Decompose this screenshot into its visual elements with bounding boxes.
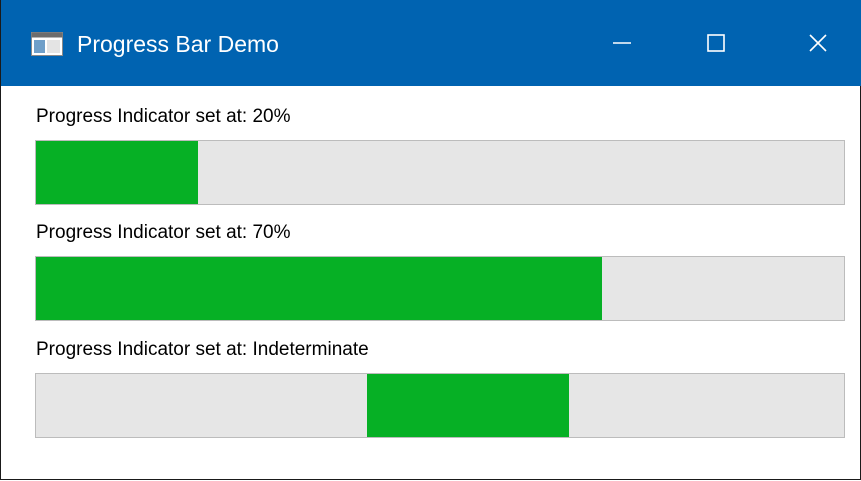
minimize-icon	[613, 42, 631, 44]
progress-label-indeterminate: Progress Indicator set at: Indeterminate	[36, 339, 369, 360]
maximize-button[interactable]	[691, 20, 741, 66]
window-content: Progress Indicator set at: 20% Progress …	[1, 86, 861, 481]
progress-bar-20	[35, 140, 845, 205]
maximize-icon	[707, 34, 725, 52]
progress-fill-20	[36, 141, 198, 204]
progress-bar-70	[35, 256, 845, 321]
app-window-icon	[31, 32, 63, 56]
progress-bar-indeterminate	[35, 373, 845, 438]
progress-fill-70	[36, 257, 602, 320]
title-bar[interactable]: Progress Bar Demo	[1, 0, 861, 86]
app-window: Progress Bar Demo Progress Indicator set…	[0, 0, 861, 480]
close-button[interactable]	[793, 20, 843, 66]
progress-fill-indeterminate	[367, 374, 570, 437]
progress-label-70: Progress Indicator set at: 70%	[36, 222, 291, 243]
window-title: Progress Bar Demo	[77, 31, 279, 57]
minimize-button[interactable]	[597, 20, 647, 66]
progress-label-20: Progress Indicator set at: 20%	[36, 106, 291, 127]
close-icon	[809, 34, 827, 52]
